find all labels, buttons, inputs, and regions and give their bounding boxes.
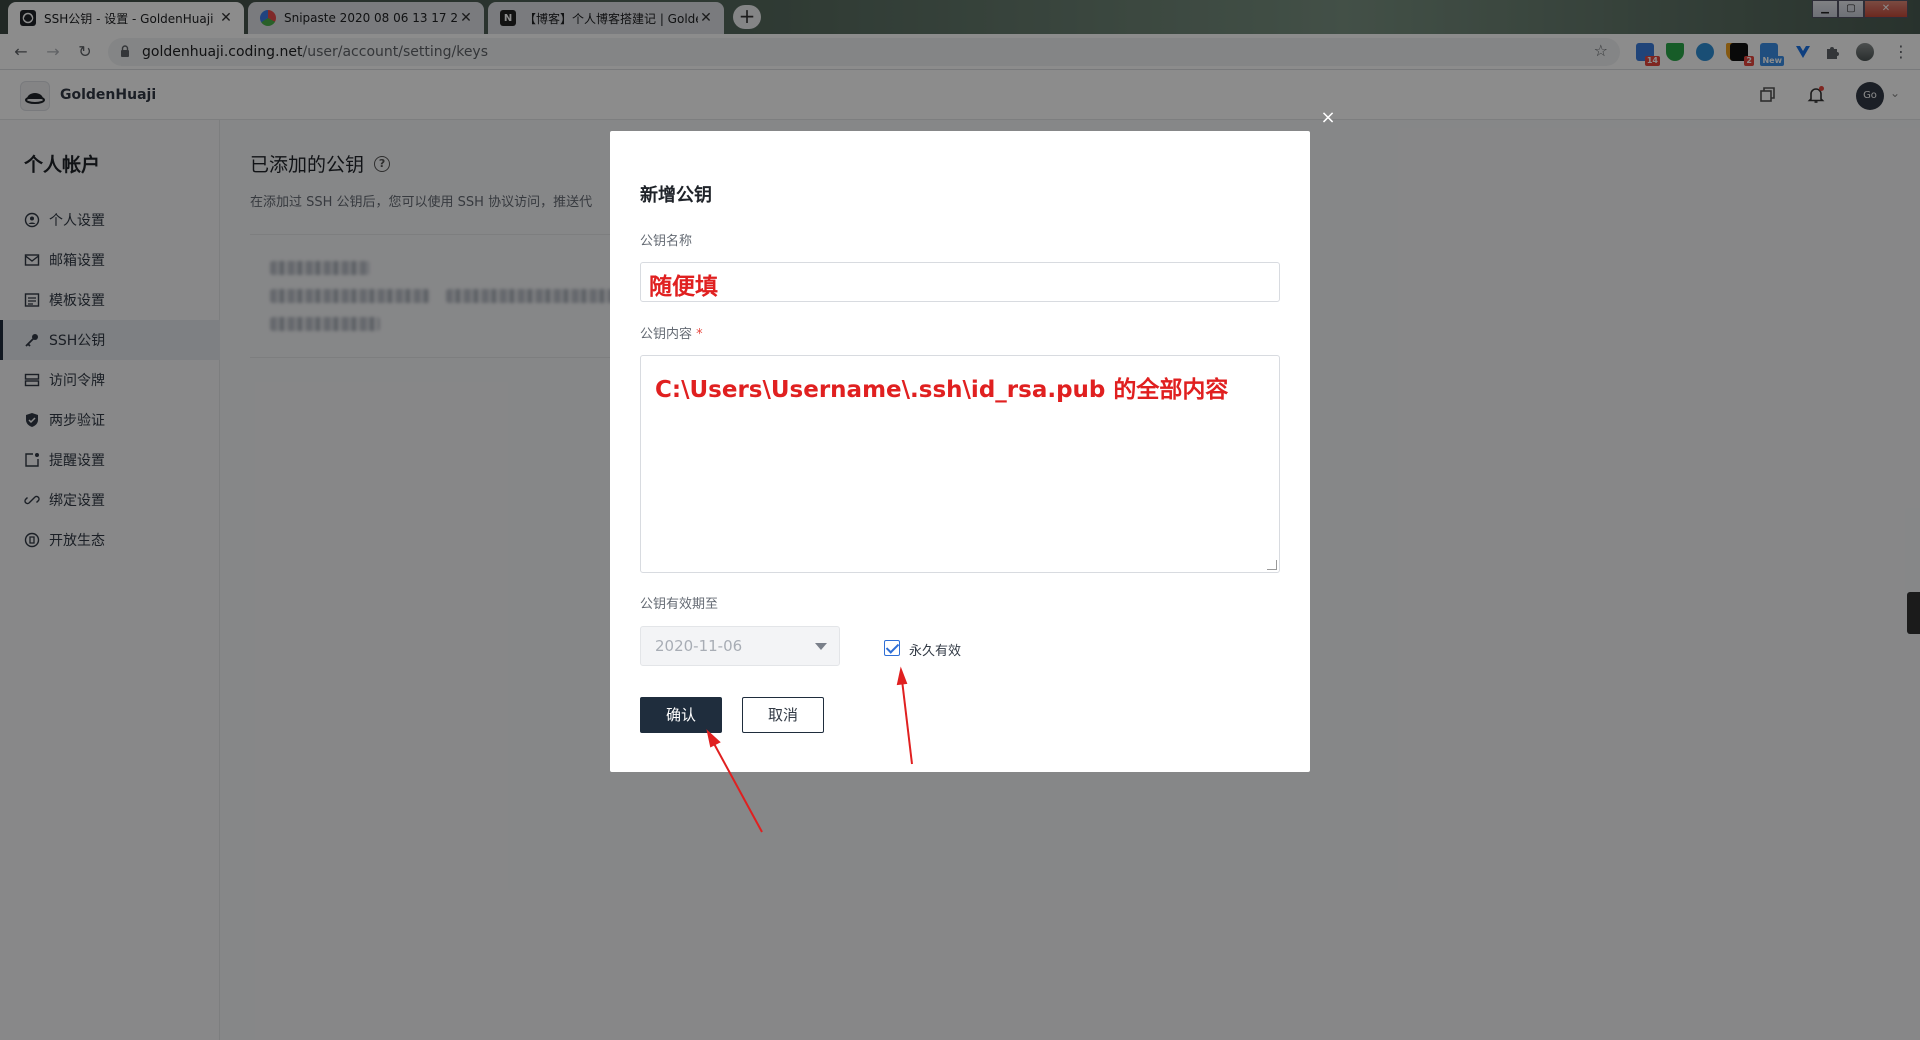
expiry-date-select[interactable]: 2020-11-06 [640, 626, 840, 666]
key-name-input[interactable]: 随便填 [640, 262, 1280, 302]
expiry-date-value: 2020-11-06 [655, 637, 743, 655]
add-public-key-dialog: 新增公钥 公钥名称 随便填 公钥内容 * C:\Users\Username\.… [610, 131, 1310, 772]
cancel-button[interactable]: 取消 [742, 697, 824, 733]
permanent-checkbox[interactable] [884, 640, 900, 656]
close-modal-icon[interactable]: × [1318, 108, 1338, 128]
dialog-title: 新增公钥 [640, 185, 712, 206]
side-dock-handle[interactable] [1907, 592, 1920, 634]
resize-handle-icon[interactable] [1267, 560, 1277, 570]
confirm-button[interactable]: 确认 [640, 697, 722, 733]
permanent-checkbox-label[interactable]: 永久有效 [909, 640, 961, 659]
key-content-label-text: 公钥内容 [640, 327, 693, 342]
key-content-text: C:\Users\Username\.ssh\id_rsa.pub 的全部内容 [655, 377, 1229, 403]
dropdown-arrow-icon [815, 643, 827, 650]
key-content-label: 公钥内容 * [640, 323, 703, 342]
key-name-label: 公钥名称 [640, 234, 693, 249]
required-marker: * [696, 327, 703, 342]
expiry-label: 公钥有效期至 [640, 597, 719, 612]
key-content-textarea[interactable]: C:\Users\Username\.ssh\id_rsa.pub 的全部内容 [640, 355, 1280, 573]
